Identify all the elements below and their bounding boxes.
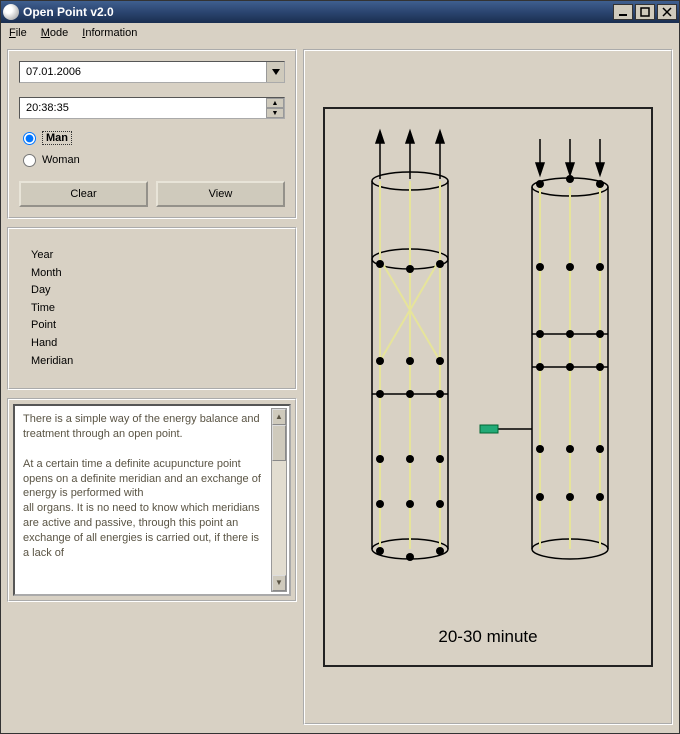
window-title: Open Point v2.0 [23,5,613,19]
radio-woman-label: Woman [42,154,80,166]
view-button[interactable]: View [156,181,285,207]
close-button[interactable] [657,4,677,20]
maximize-button[interactable] [635,4,655,20]
scroll-up-button[interactable]: ▲ [272,409,286,425]
radio-man-row[interactable]: Man [23,129,285,147]
date-value: 07.01.2006 [20,66,266,78]
info-panel: Year Month Day Time Point Hand Meridian [7,227,297,390]
radio-woman-row[interactable]: Woman [23,151,285,169]
time-spinner: ▲ ▼ [266,98,284,118]
diagram-caption: 20-30 minute [325,627,651,647]
description-panel: There is a simple way of the energy bala… [7,398,297,602]
clear-button[interactable]: Clear [19,181,148,207]
radio-man-label: Man [42,131,72,145]
menu-file[interactable]: File [9,27,27,39]
description-scrollbar[interactable]: ▲ ▼ [271,408,287,592]
menu-information[interactable]: Information [82,27,137,39]
time-spin-down[interactable]: ▼ [266,108,284,118]
diagram-panel: 20-30 minute [303,49,673,725]
app-icon [3,4,19,20]
maximize-icon [640,7,650,17]
window-controls [613,4,677,20]
info-time: Time [31,300,273,318]
info-point: Point [31,317,273,335]
info-meridian: Meridian [31,353,273,371]
date-dropdown-button[interactable] [266,62,284,82]
button-row: Clear View [19,181,285,207]
close-icon [662,7,672,17]
info-list: Year Month Day Time Point Hand Meridian [19,239,285,378]
info-year: Year [31,247,273,265]
info-month: Month [31,265,273,283]
time-value: 20:38:35 [20,102,266,114]
description-text: There is a simple way of the energy bala… [23,412,267,560]
chevron-down-icon [272,69,280,75]
right-column: 20-30 minute [303,49,673,725]
app-window: Open Point v2.0 File Mode Information 07… [0,0,680,734]
date-combo[interactable]: 07.01.2006 [19,61,285,83]
scroll-thumb[interactable] [272,425,286,461]
time-input[interactable]: 20:38:35 ▲ ▼ [19,97,285,119]
radio-woman[interactable] [23,154,36,167]
scroll-down-button[interactable]: ▼ [272,575,286,591]
menu-mode[interactable]: Mode [41,27,69,39]
minimize-button[interactable] [613,4,633,20]
title-bar: Open Point v2.0 [1,1,679,23]
radio-man[interactable] [23,132,36,145]
content-area: 07.01.2006 20:38:35 ▲ ▼ Man [1,43,679,731]
info-day: Day [31,282,273,300]
info-hand: Hand [31,335,273,353]
time-spin-up[interactable]: ▲ [266,98,284,108]
acupuncture-diagram [325,109,655,669]
diagram-frame: 20-30 minute [323,107,653,667]
menu-bar: File Mode Information [1,23,679,43]
minimize-icon [618,7,628,17]
inputs-panel: 07.01.2006 20:38:35 ▲ ▼ Man [7,49,297,219]
description-textbox[interactable]: There is a simple way of the energy bala… [13,404,291,596]
clear-button-label: Clear [70,188,96,200]
scroll-track[interactable] [272,425,286,575]
left-column: 07.01.2006 20:38:35 ▲ ▼ Man [7,49,297,725]
view-button-label: View [209,188,233,200]
